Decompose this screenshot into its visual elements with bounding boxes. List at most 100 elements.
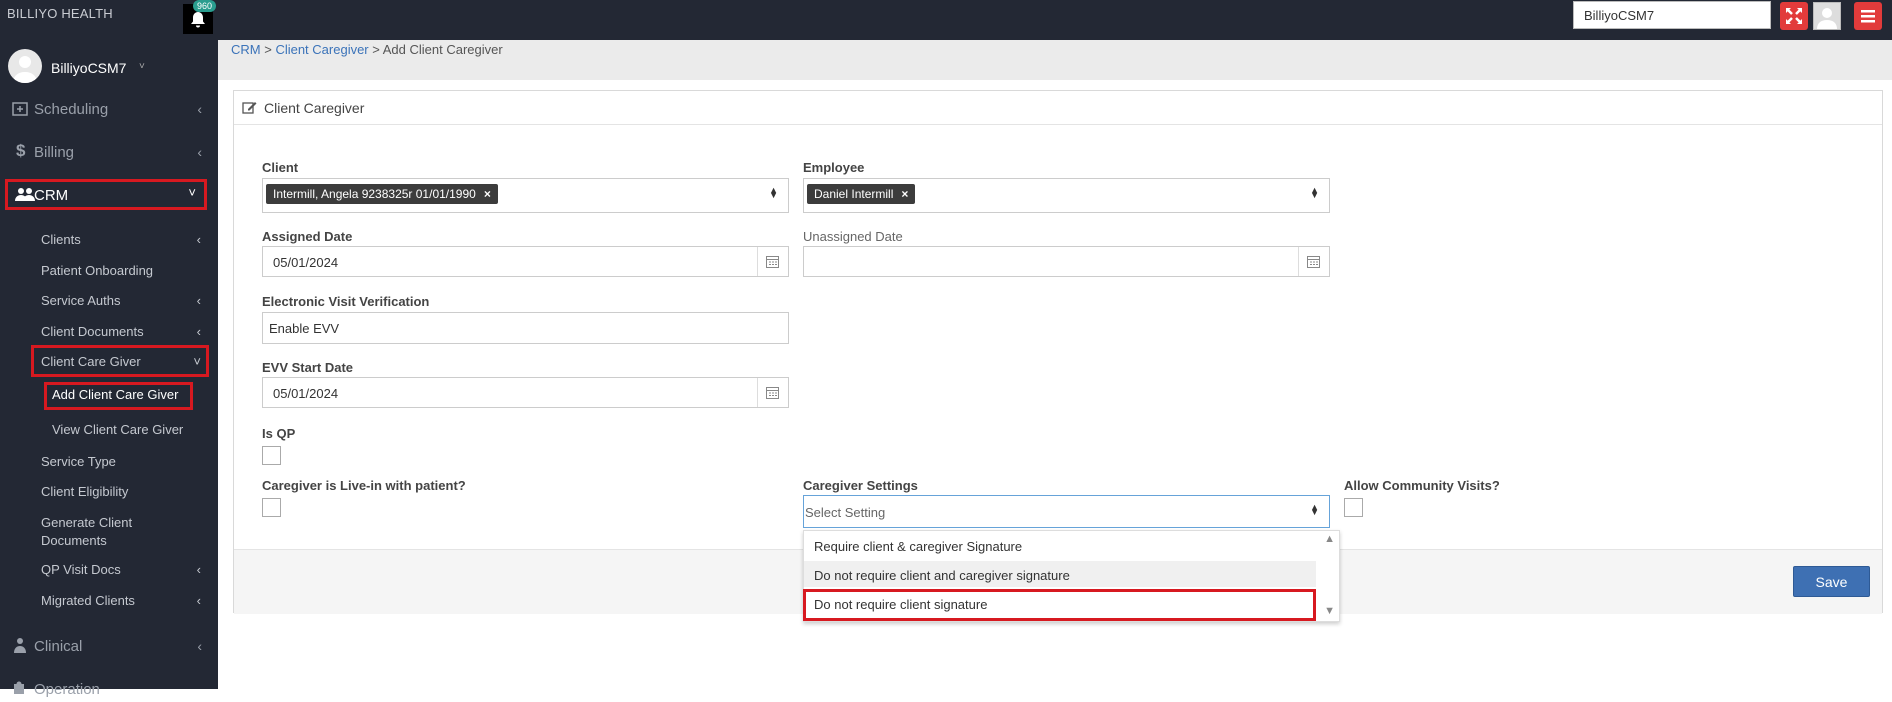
sidebar-item-label: Scheduling	[34, 101, 109, 118]
users-icon	[15, 188, 35, 201]
sidebar-item-scheduling[interactable]: Scheduling ‹	[12, 98, 202, 122]
user-avatar-icon	[13, 56, 37, 83]
chevron-down-icon: ˅	[193, 354, 201, 369]
sidebar-item-view-client-care-giver[interactable]: View Client Care Giver	[52, 422, 183, 437]
user-avatar-button[interactable]	[1813, 2, 1841, 30]
sidebar-item-label: Clinical	[34, 638, 83, 655]
sidebar-item-label: CRM	[34, 187, 69, 204]
notification-count-badge: 960	[193, 0, 217, 12]
community-visits-checkbox[interactable]	[1344, 498, 1363, 517]
sidebar-item-client-care-giver[interactable]: Client Care Giver ˅	[41, 354, 201, 369]
sidebar-item-label: Generate Client	[41, 515, 133, 530]
sidebar-item-migrated-clients[interactable]: Migrated Clients ‹	[41, 593, 201, 608]
hamburger-icon	[1861, 10, 1875, 23]
assigned-date-input[interactable]: 05/01/2024	[262, 246, 789, 277]
dropdown-option[interactable]: Do not require client and caregiver sign…	[814, 568, 1070, 583]
caregiver-settings-label: Caregiver Settings	[803, 478, 918, 493]
chevron-left-icon: ‹	[196, 593, 201, 608]
sidebar-item-clients[interactable]: Clients ‹	[41, 232, 201, 247]
client-label: Client	[262, 160, 299, 175]
sidebar-item-operation[interactable]: Operation	[12, 678, 202, 702]
user-search-input[interactable]	[1573, 1, 1771, 29]
remove-client-icon[interactable]: ×	[484, 187, 491, 201]
sidebar-item-service-auths[interactable]: Service Auths ‹	[41, 293, 201, 308]
employee-label: Employee	[803, 160, 865, 175]
client-select[interactable]: Intermill, Angela 9238325r 01/01/1990 × ▲…	[262, 178, 789, 213]
assigned-date-value: 05/01/2024	[273, 255, 339, 270]
brand-name: BILLIYO HEALTH	[7, 6, 113, 21]
chevron-left-icon: ‹	[196, 232, 201, 247]
user-avatar-icon	[1817, 8, 1837, 29]
sidebar-item-label: Patient Onboarding	[41, 263, 154, 278]
evv-start-date-input[interactable]: 05/01/2024	[262, 377, 789, 408]
dollar-icon: $	[16, 141, 26, 160]
highlight-selected-option	[803, 589, 1316, 621]
sidebar-item-label: Service Auths	[41, 293, 121, 308]
sidebar-item-patient-onboarding[interactable]: Patient Onboarding	[41, 263, 201, 278]
live-in-checkbox[interactable]	[262, 498, 281, 517]
dropdown-option[interactable]: Require client & caregiver Signature	[814, 539, 1022, 554]
unassigned-date-calendar-button[interactable]	[1298, 247, 1329, 276]
chevron-down-icon: ˅	[188, 185, 196, 200]
sidebar-item-label: Client Documents	[41, 324, 144, 339]
sidebar-item-billing[interactable]: $ Billing ‹	[12, 141, 202, 165]
sidebar: BilliyoCSM7 ˅ Scheduling ‹ $ Billing ‹ C…	[0, 40, 218, 698]
scroll-up-icon[interactable]: ▲	[1324, 533, 1335, 545]
calendar-icon	[766, 256, 779, 268]
doctor-icon	[14, 638, 26, 653]
sidebar-item-client-eligibility[interactable]: Client Eligibility	[41, 484, 201, 499]
assigned-date-label: Assigned Date	[262, 229, 353, 244]
sidebar-item-add-client-care-giver[interactable]: Add Client Care Giver	[52, 387, 178, 402]
sidebar-item-label: Operation	[34, 681, 100, 698]
breadcrumb-link-client-caregiver[interactable]: Client Caregiver	[275, 42, 368, 57]
scroll-down-icon[interactable]: ▼	[1324, 605, 1335, 617]
sidebar-item-label: QP Visit Docs	[41, 562, 121, 577]
evv-start-date-calendar-button[interactable]	[757, 378, 788, 407]
breadcrumb-link-crm[interactable]: CRM	[231, 42, 261, 57]
expand-icon	[1786, 8, 1802, 24]
sidebar-item-client-documents[interactable]: Client Documents ‹	[41, 324, 201, 339]
remove-employee-icon[interactable]: ×	[901, 187, 908, 201]
is-qp-checkbox[interactable]	[262, 446, 281, 465]
chevron-left-icon: ‹	[196, 324, 201, 339]
assigned-date-calendar-button[interactable]	[757, 247, 788, 276]
sidebar-username: BilliyoCSM7	[51, 60, 127, 76]
breadcrumb-bar: CRM > Client Caregiver > Add Client Care…	[218, 40, 1892, 80]
chevron-down-icon: ˅	[139, 61, 145, 72]
panel-title: Client Caregiver	[264, 100, 365, 116]
calendar-icon	[1307, 256, 1320, 268]
client-tag: Intermill, Angela 9238325r 01/01/1990 ×	[266, 184, 498, 204]
sidebar-profile[interactable]: BilliyoCSM7 ˅	[8, 49, 208, 87]
panel-header: Client Caregiver	[234, 91, 1882, 125]
select-arrows-icon: ▲ ▼	[1310, 502, 1319, 517]
sidebar-item-label: Billing	[34, 144, 75, 161]
edit-icon	[242, 102, 257, 114]
evv-select[interactable]: Enable EVV	[262, 312, 789, 344]
sidebar-item-service-type[interactable]: Service Type	[41, 454, 201, 469]
fullscreen-button[interactable]	[1780, 2, 1808, 30]
evv-label: Electronic Visit Verification	[262, 294, 430, 309]
caregiver-settings-select[interactable]: Select Setting ▲ ▼	[803, 495, 1330, 528]
evv-start-date-value: 05/01/2024	[273, 386, 339, 401]
sidebar-item-qp-visit-docs[interactable]: QP Visit Docs ‹	[41, 562, 201, 577]
main-menu-button[interactable]	[1854, 2, 1882, 30]
unassigned-date-label: Unassigned Date	[803, 229, 903, 244]
sidebar-item-crm[interactable]: CRM ˅	[5, 179, 207, 210]
breadcrumb-current: Add Client Caregiver	[382, 42, 503, 57]
employee-tag-text: Daniel Intermill	[814, 187, 894, 201]
chevron-left-icon: ‹	[196, 293, 201, 308]
sidebar-item-label: Client Care Giver	[41, 354, 141, 369]
sidebar-item-label: Clients	[41, 232, 81, 247]
calendar-icon	[766, 387, 779, 399]
chevron-left-icon: ‹	[196, 562, 201, 577]
unassigned-date-input[interactable]	[803, 246, 1330, 277]
employee-select[interactable]: Daniel Intermill × ▲ ▼	[803, 178, 1330, 213]
select-arrows-icon: ▲ ▼	[769, 185, 778, 200]
sidebar-item-generate-client-documents[interactable]: Generate Client Documents	[41, 514, 201, 550]
is-qp-label: Is QP	[262, 426, 296, 441]
employee-tag: Daniel Intermill ×	[807, 184, 916, 204]
save-button[interactable]: Save	[1793, 566, 1870, 597]
sidebar-item-label: Client Eligibility	[41, 484, 129, 499]
breadcrumb-separator: >	[368, 42, 383, 57]
sidebar-item-clinical[interactable]: Clinical ‹	[12, 635, 202, 659]
